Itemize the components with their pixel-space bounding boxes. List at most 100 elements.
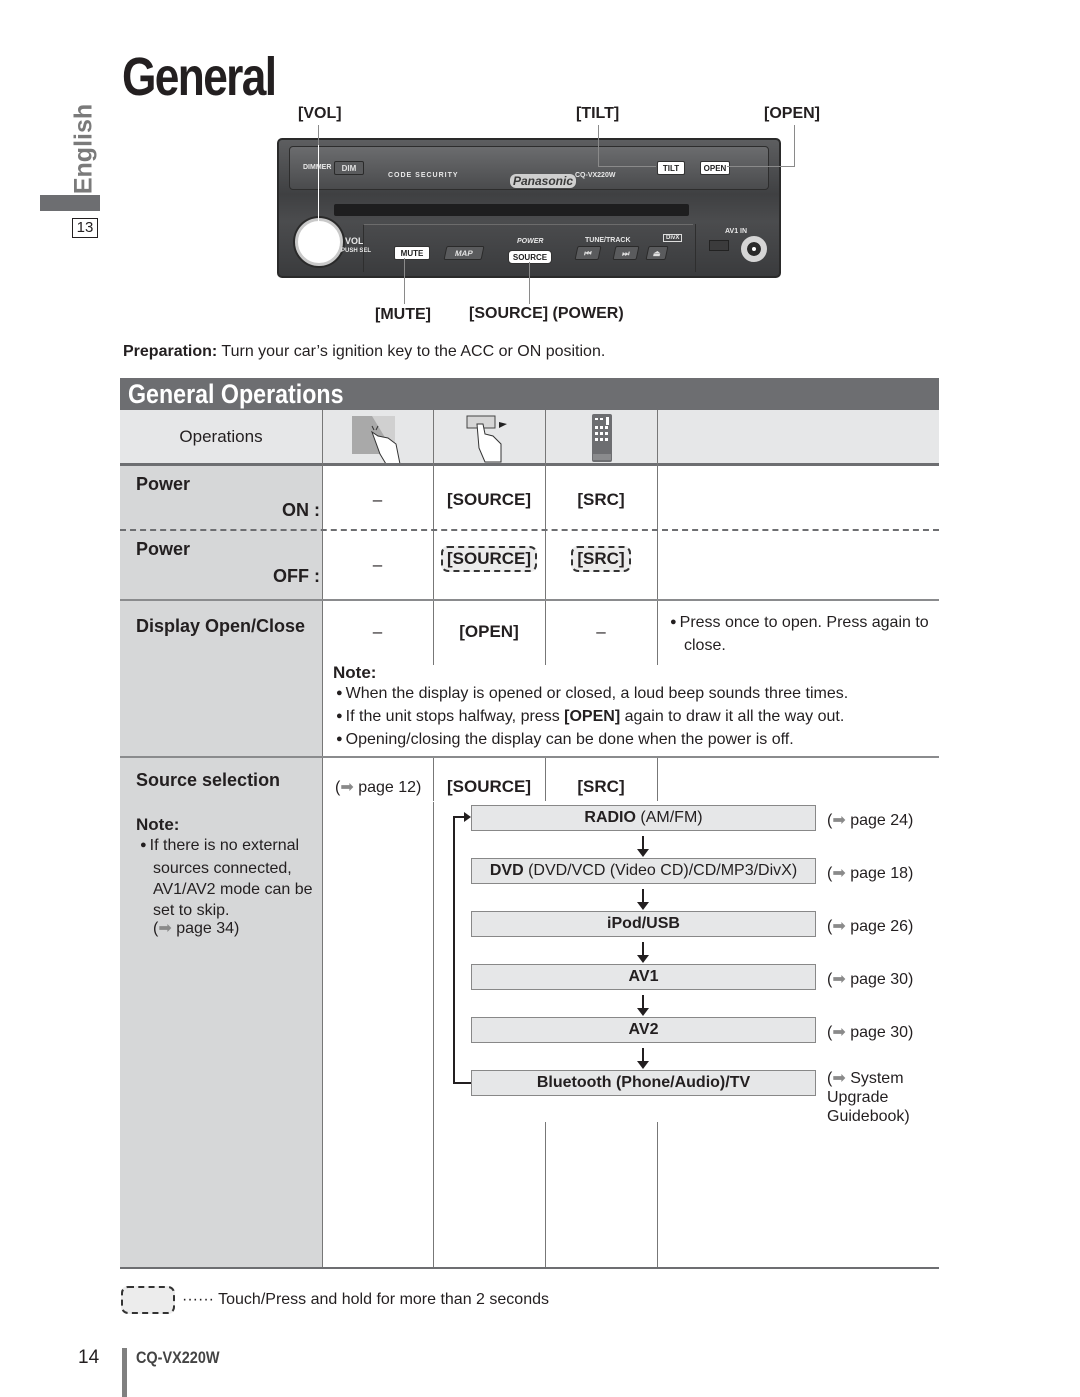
column-divider — [657, 410, 658, 665]
map-button[interactable]: MAP — [443, 246, 485, 260]
next-track-button[interactable]: ⏭ — [612, 246, 640, 260]
loop-line-bottom — [453, 1082, 471, 1084]
arrow-right-icon: ➡ — [158, 920, 172, 937]
volume-knob[interactable] — [295, 218, 343, 266]
source-note-text: If there is no external sources connecte… — [140, 835, 315, 921]
mute-button[interactable]: MUTE — [394, 246, 430, 260]
tune-track-label: TUNE/TRACK — [585, 237, 631, 244]
flow-arrow-down — [637, 995, 649, 1016]
language-tab: English — [64, 104, 104, 194]
tilt-leader-line-h — [598, 166, 656, 167]
power-on-remote: [SRC] — [577, 490, 625, 509]
column-divider — [657, 757, 658, 801]
dvd-page-ref[interactable]: (➡ page 18) — [827, 864, 913, 883]
source-av1: AV1 — [471, 964, 816, 990]
row-divider-dashed — [120, 529, 939, 531]
vol-leader-line-top — [318, 125, 319, 145]
vol-callout: [VOL] — [298, 105, 342, 122]
touch-screen-icon — [352, 416, 401, 464]
power-on-state: ON : — [282, 500, 320, 520]
divx-logo: DivX — [663, 234, 683, 242]
loop-line-vertical — [453, 816, 455, 1084]
display-button: [OPEN] — [459, 622, 519, 641]
source-note-title: Note: — [136, 815, 180, 834]
preparation-note: Preparation: Turn your car’s ignition ke… — [123, 343, 605, 361]
display-note-item: When the display is opened or closed, a … — [336, 683, 926, 706]
av2-page-ref[interactable]: (➡ page 30) — [827, 1023, 913, 1042]
display-note-list: When the display is opened or closed, a … — [336, 683, 926, 752]
power-label: POWER — [517, 238, 544, 245]
av1-page-ref[interactable]: (➡ page 30) — [827, 970, 913, 989]
ir-sensor — [709, 240, 729, 251]
row-divider — [120, 599, 939, 601]
hold-legend-text: ······ Touch/Press and hold for more tha… — [182, 1291, 549, 1308]
bluetooth-page-ref[interactable]: (➡ System Upgrade Guidebook) — [827, 1069, 927, 1126]
eject-button[interactable]: ⏏ — [645, 246, 669, 260]
brand-logo: Panasonic — [510, 174, 577, 188]
av1-in-label: AV1 IN — [725, 228, 748, 235]
page-title: General — [122, 47, 277, 107]
flow-arrow-down — [637, 1048, 649, 1069]
open-leader-line-h — [727, 166, 795, 167]
arrow-right-icon: ➡ — [832, 865, 846, 882]
source-touch-ref[interactable]: (➡ page 12) — [335, 777, 421, 798]
column-divider — [545, 1122, 546, 1268]
power-off-button: [SOURCE] — [440, 546, 538, 572]
open-callout: [OPEN] — [764, 105, 820, 122]
display-description: Press once to open. Press again to close… — [670, 612, 930, 656]
disc-slot — [334, 204, 689, 216]
footer-bar — [122, 1348, 127, 1397]
footer-model: CQ-VX220W — [136, 1348, 220, 1367]
mute-leader-line — [404, 258, 405, 304]
power-on-label: Power — [136, 474, 191, 494]
tilt-callout: [TILT] — [576, 105, 620, 122]
column-divider — [657, 1122, 658, 1268]
source-button[interactable]: SOURCE — [508, 250, 552, 264]
power-off-remote: [SRC] — [571, 546, 631, 572]
code-security-label: CODE SECURITY — [388, 172, 459, 179]
language-label: English — [69, 103, 98, 195]
power-off-touch: – — [372, 555, 383, 574]
column-divider — [322, 410, 323, 1268]
power-off-label: Power — [136, 539, 191, 559]
section-title: General Operations — [128, 379, 344, 409]
press-button-icon — [466, 415, 507, 463]
source-button: [SOURCE] — [446, 777, 532, 796]
arrow-right-icon: ➡ — [832, 1024, 846, 1041]
source-leader-line — [529, 262, 530, 304]
power-off-button-cell: [SOURCE] — [433, 546, 545, 572]
arrow-right-icon: ➡ — [832, 1070, 846, 1087]
dim-button[interactable]: DIM — [334, 161, 364, 175]
arrow-right-icon: ➡ — [340, 779, 354, 796]
display-touch: – — [372, 622, 383, 641]
row-divider — [120, 756, 939, 758]
av1-input-jack[interactable] — [741, 236, 767, 262]
source-selection-label: Source selection — [136, 770, 281, 790]
source-power-callout: [SOURCE] (POWER) — [469, 305, 624, 322]
flow-arrow-down — [637, 889, 649, 910]
flow-arrow-down — [637, 942, 649, 963]
page-number: 14 — [78, 1347, 100, 1368]
ipod-page-ref[interactable]: (➡ page 26) — [827, 917, 913, 936]
radio-page-ref[interactable]: (➡ page 24) — [827, 811, 913, 830]
open-button[interactable]: OPEN — [700, 161, 730, 175]
tilt-leader-line — [598, 125, 599, 167]
loop-arrowhead — [464, 812, 471, 822]
tilt-button[interactable]: TILT — [657, 161, 685, 175]
display-panel: DIMMER DIM CODE SECURITY Panasonic CQ-VX… — [289, 146, 769, 190]
hold-legend-swatch — [121, 1286, 175, 1314]
operations-header-label: Operations — [179, 427, 263, 446]
source-radio: RADIO (AM/FM) — [471, 805, 816, 831]
source-av2: AV2 — [471, 1017, 816, 1043]
source-dvd: DVD (DVD/VCD (Video CD)/CD/MP3/DivX) — [471, 858, 816, 884]
preparation-label: Preparation: — [123, 343, 218, 360]
column-divider — [433, 802, 434, 1268]
source-note-ref[interactable]: (➡ page 34) — [153, 918, 239, 939]
source-ipod-usb: iPod/USB — [471, 911, 816, 937]
prev-track-button[interactable]: ⏮ — [574, 246, 602, 260]
flow-arrow-down — [637, 836, 649, 857]
display-remote: – — [596, 622, 606, 641]
model-label: CQ-VX220W — [575, 172, 616, 179]
table-bottom-rule — [120, 1267, 939, 1269]
display-open-close-label: Display Open/Close — [136, 616, 306, 636]
